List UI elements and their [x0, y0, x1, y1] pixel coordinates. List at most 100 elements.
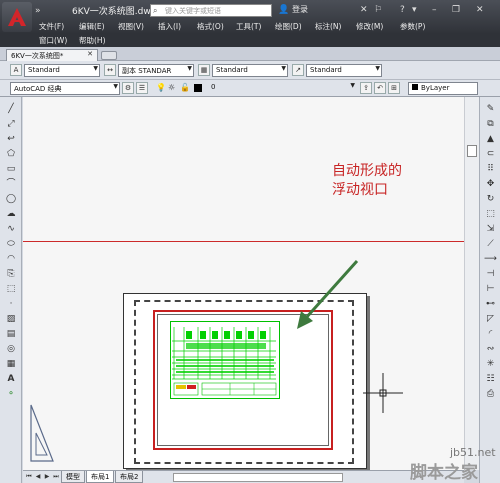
menu-file[interactable]: 文件(F)	[39, 21, 64, 32]
line-tool-icon[interactable]: ╱	[5, 103, 17, 115]
layer-lock-icon[interactable]: 🔓	[180, 83, 190, 92]
vertical-scroll-thumb[interactable]	[467, 145, 477, 157]
gradient-icon[interactable]: ▤	[5, 328, 17, 340]
close-tab-icon[interactable]: ✕	[87, 50, 93, 58]
document-tab[interactable]: 6KV一次系统图* ✕	[6, 49, 98, 61]
menu-modify[interactable]: 修改(M)	[356, 21, 383, 32]
login-link[interactable]: 登录	[292, 4, 308, 15]
last-tab-icon[interactable]: ⏭	[52, 473, 60, 481]
vertical-scrollbar[interactable]	[464, 97, 479, 470]
make-current-layer-icon[interactable]: ⇪	[360, 82, 372, 94]
layer-freeze-icon[interactable]: ☼	[168, 83, 175, 92]
break-at-point-icon[interactable]: ⊣	[484, 268, 497, 280]
array-icon[interactable]: ⠿	[484, 163, 497, 175]
new-tab-button[interactable]	[101, 51, 117, 60]
insert-block-icon[interactable]: ⎘	[5, 268, 17, 280]
workspace-select[interactable]: AutoCAD 经典 ▼	[10, 82, 120, 95]
add-selected-icon[interactable]: ⚬	[5, 388, 17, 400]
help-center-icon[interactable]: ⚐	[374, 5, 382, 15]
table-icon[interactable]: ▦	[5, 358, 17, 370]
make-block-icon[interactable]: ⬚	[5, 283, 17, 295]
horizontal-scrollbar[interactable]	[173, 473, 343, 482]
erase-icon[interactable]: ✎	[484, 103, 497, 115]
help-dropdown-icon[interactable]: ▾	[412, 5, 417, 15]
blend-curves-icon[interactable]: ∾	[484, 343, 497, 355]
previous-tab-icon[interactable]: ◀	[34, 473, 42, 481]
dim-style-select[interactable]: 副本 STANDAR ▼	[118, 64, 194, 77]
move-icon[interactable]: ✥	[484, 178, 497, 190]
user-icon[interactable]: 👤	[278, 5, 289, 15]
dim-style-icon[interactable]: ↔	[104, 64, 116, 76]
region-icon[interactable]: ◎	[5, 343, 17, 355]
extend-icon[interactable]: ⟶	[484, 253, 497, 265]
layer-properties-icon[interactable]: ☰	[136, 82, 148, 94]
menu-view[interactable]: 视图(V)	[118, 21, 144, 32]
chevron-down-icon: ▼	[350, 82, 355, 89]
menu-parametric[interactable]: 参数(P)	[400, 21, 425, 32]
quick-access-toolbar-arrow-icon[interactable]: »	[35, 6, 47, 16]
fillet-icon[interactable]: ◜	[484, 328, 497, 340]
join-icon[interactable]: ⊷	[484, 298, 497, 310]
polygon-icon[interactable]: ⬠	[5, 148, 17, 160]
minimize-window-icon[interactable]: –	[432, 5, 437, 15]
mleader-style-select[interactable]: Standard ▼	[306, 64, 382, 77]
break-icon[interactable]: ⊢	[484, 283, 497, 295]
multiline-text-icon[interactable]: A	[5, 373, 17, 385]
tab-layout1[interactable]: 布局1	[86, 471, 115, 483]
close-window-icon[interactable]: ✕	[476, 5, 484, 15]
menu-insert[interactable]: 插入(I)	[158, 21, 181, 32]
scale-icon[interactable]: ⬚	[484, 208, 497, 220]
spline-icon[interactable]: ∿	[5, 223, 17, 235]
revision-cloud-icon[interactable]: ☁	[5, 208, 17, 220]
tab-model[interactable]: 模型	[61, 471, 85, 483]
drawing-canvas[interactable]	[23, 97, 464, 472]
exchange-icon[interactable]: ✕	[360, 5, 368, 15]
explode-icon[interactable]: ✳	[484, 358, 497, 370]
layer-visibility-icon[interactable]: 💡	[156, 83, 166, 92]
menu-tools[interactable]: 工具(T)	[236, 21, 261, 32]
chamfer-icon[interactable]: ◸	[484, 313, 497, 325]
first-tab-icon[interactable]: ⏮	[25, 473, 33, 481]
hatch-icon[interactable]: ▨	[5, 313, 17, 325]
polyline-icon[interactable]: ↩	[5, 133, 17, 145]
trim-icon[interactable]: ⟋	[484, 238, 497, 250]
ellipse-arc-icon[interactable]: ◠	[5, 253, 17, 265]
mleader-style-icon[interactable]: ↗	[292, 64, 304, 76]
search-input[interactable]: ⌕ 键入关键字或短语	[150, 4, 272, 17]
rectangle-icon[interactable]: ▭	[5, 163, 17, 175]
offset-icon[interactable]: ⊂	[484, 148, 497, 160]
next-tab-icon[interactable]: ▶	[43, 473, 51, 481]
mirror-icon[interactable]: ▲	[484, 133, 497, 145]
arc-icon[interactable]: ⌒	[5, 178, 17, 190]
menu-window[interactable]: 窗口(W)	[39, 35, 67, 46]
layer-previous-icon[interactable]: ↶	[374, 82, 386, 94]
layer-state-icon[interactable]: ⊞	[388, 82, 400, 94]
text-style-icon[interactable]: A	[10, 64, 22, 76]
menu-help[interactable]: 帮助(H)	[79, 35, 106, 46]
ellipse-icon[interactable]: ⬭	[5, 238, 17, 250]
construction-line-icon[interactable]: ⤢	[5, 118, 17, 130]
properties-icon[interactable]: ☷	[484, 373, 497, 385]
menu-bar-row-2: 窗口(W) 帮助(H)	[0, 34, 500, 47]
stretch-icon[interactable]: ⇲	[484, 223, 497, 235]
table-style-icon[interactable]: ▦	[198, 64, 210, 76]
rotate-icon[interactable]: ↻	[484, 193, 497, 205]
color-select[interactable]: ByLayer	[408, 82, 478, 95]
menu-draw[interactable]: 绘图(D)	[275, 21, 302, 32]
workspace-settings-icon[interactable]: ⚙	[122, 82, 134, 94]
maximize-window-icon[interactable]: ❐	[452, 5, 460, 15]
match-properties-icon[interactable]: ⎙	[484, 388, 497, 400]
menu-edit[interactable]: 编辑(E)	[79, 21, 105, 32]
color-swatch	[412, 84, 418, 90]
document-tab-bar: 6KV一次系统图* ✕	[0, 47, 500, 61]
circle-icon[interactable]: ◯	[5, 193, 17, 205]
point-icon[interactable]: ·	[5, 298, 17, 310]
copy-icon[interactable]: ⧉	[484, 118, 497, 130]
tab-layout2[interactable]: 布局2	[115, 471, 144, 483]
help-icon[interactable]: ?	[400, 5, 405, 15]
text-style-select[interactable]: Standard ▼	[24, 64, 100, 77]
menu-dimension[interactable]: 标注(N)	[315, 21, 341, 32]
menu-format[interactable]: 格式(O)	[197, 21, 224, 32]
layer-select[interactable]: 0 ▼	[208, 82, 356, 95]
table-style-select[interactable]: Standard ▼	[212, 64, 288, 77]
